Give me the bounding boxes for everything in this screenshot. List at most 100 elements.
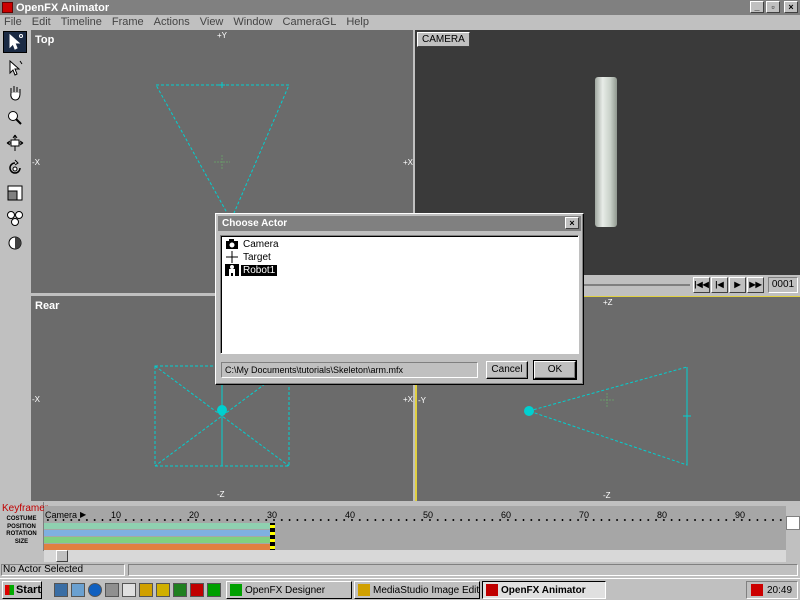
menu-view[interactable]: View: [195, 16, 229, 28]
pointer-icon: [9, 33, 23, 50]
folder-quicklaunch-icon[interactable]: [139, 583, 153, 597]
designer-task-icon: [230, 584, 242, 596]
zoom-tool[interactable]: [3, 107, 27, 129]
select-tool[interactable]: [3, 57, 27, 79]
windows-logo-icon: [5, 585, 14, 595]
prev-frame-button[interactable]: |◀: [711, 277, 728, 293]
zoom-icon: [8, 111, 22, 125]
drive-quicklaunch-icon[interactable]: [105, 583, 119, 597]
start-button[interactable]: Start: [2, 581, 42, 599]
scale-icon: [7, 185, 23, 201]
app-quicklaunch-icon[interactable]: [173, 583, 187, 597]
menu-bar: File Edit Timeline Frame Actions View Wi…: [0, 15, 800, 29]
minimize-button[interactable]: _: [750, 1, 764, 13]
ok-button[interactable]: OK: [533, 360, 577, 380]
timeline-ruler: Camera ▶ 10 20 30 40 50 60 70 80 90: [44, 510, 786, 522]
dialog-titlebar: Choose Actor ×: [218, 216, 581, 231]
task-label: MediaStudio Image Editor: [373, 584, 480, 596]
group-icon: [7, 211, 23, 226]
window-title: OpenFX Animator: [16, 1, 110, 14]
ie-quicklaunch-icon[interactable]: [88, 583, 102, 597]
menu-cameragl[interactable]: CameraGL: [278, 16, 342, 28]
status-bar: No Actor Selected: [0, 563, 800, 577]
current-frame-number[interactable]: 0001: [768, 277, 798, 293]
actor-label: Robot1: [241, 264, 278, 276]
scene-file-path: C:\My Documents\tutorials\Skeleton\arm.m…: [221, 362, 478, 378]
edit-quicklaunch-icon[interactable]: [122, 583, 136, 597]
keyframer-row-labels: Keyframer COSTUME POSITION ROTATION SIZE: [0, 502, 49, 551]
desktop-quicklaunch-icon[interactable]: [54, 583, 68, 597]
openfx-app-icon: [2, 2, 13, 13]
animator-task-icon: [486, 584, 498, 596]
explorer-quicklaunch-icon[interactable]: [71, 583, 85, 597]
sphere-tool[interactable]: [3, 232, 27, 254]
play-button[interactable]: ▶: [729, 277, 746, 293]
keyframer-title: Keyframer: [2, 503, 49, 514]
tool-palette: [0, 29, 30, 501]
menu-help[interactable]: Help: [341, 16, 374, 28]
actor-label: Target: [243, 251, 271, 263]
pan-tool[interactable]: [3, 82, 27, 104]
openfx-quicklaunch-icon[interactable]: [190, 583, 204, 597]
actor-item-robot1[interactable]: Robot1: [225, 264, 278, 276]
row-label-size: SIZE: [14, 538, 29, 545]
camera-view-label: CAMERA: [417, 32, 470, 47]
move-tool[interactable]: [3, 132, 27, 154]
cancel-button[interactable]: Cancel: [486, 361, 528, 379]
menu-timeline[interactable]: Timeline: [56, 16, 107, 28]
scroll-thumb[interactable]: [56, 550, 68, 562]
task-openfx-animator[interactable]: OpenFX Animator: [482, 581, 606, 599]
task-label: OpenFX Animator: [501, 584, 586, 596]
keyframer-panel: Keyframer COSTUME POSITION ROTATION SIZE…: [0, 502, 800, 562]
robot-icon: [225, 264, 239, 276]
status-text: No Actor Selected: [1, 564, 125, 576]
track-rotation[interactable]: [44, 537, 272, 543]
actor-label: Camera: [243, 238, 279, 250]
pan-hand-icon: [10, 86, 21, 101]
task-label: OpenFX Designer: [245, 584, 326, 596]
menu-actions[interactable]: Actions: [149, 16, 195, 28]
start-label: Start: [15, 584, 41, 596]
clock: 20:49: [767, 584, 793, 596]
status-panel: [128, 564, 798, 576]
menu-edit[interactable]: Edit: [27, 16, 56, 28]
group-tool[interactable]: [3, 207, 27, 229]
track-position[interactable]: [44, 530, 272, 536]
last-frame-button[interactable]: ▶▶: [747, 277, 764, 293]
menu-file[interactable]: File: [0, 16, 27, 28]
timeline-marker-icon: ▶: [80, 510, 87, 519]
actor-item-target[interactable]: Target: [225, 251, 273, 263]
media-quicklaunch-icon[interactable]: [156, 583, 170, 597]
target-icon: [225, 251, 239, 263]
keyframer-vertical-scroll[interactable]: [786, 516, 800, 530]
keyframer-timeline[interactable]: Camera ▶ 10 20 30 40 50 60 70 80 90: [44, 506, 786, 551]
task-mediastudio[interactable]: MediaStudio Image Editor: [354, 581, 480, 599]
camera-icon: [225, 238, 239, 250]
maximize-button[interactable]: ▫: [766, 1, 780, 13]
timeline-frame-dots: [44, 519, 786, 521]
keyframe-markers[interactable]: [270, 523, 275, 550]
menu-frame[interactable]: Frame: [107, 16, 149, 28]
row-label-costume: COSTUME: [6, 516, 37, 522]
robot-cylinder-render: [595, 77, 617, 227]
scale-tool[interactable]: [3, 182, 27, 204]
pointer-tool[interactable]: [3, 31, 27, 53]
designer-quicklaunch-icon[interactable]: [207, 583, 221, 597]
taskbar: Start OpenFX Designer MediaStudio Image …: [0, 578, 800, 600]
system-tray: 20:49: [746, 581, 798, 599]
row-label-rotation: ROTATION: [6, 531, 37, 537]
close-button[interactable]: ×: [784, 1, 798, 13]
first-frame-button[interactable]: |◀◀: [693, 277, 710, 293]
actor-item-camera[interactable]: Camera: [225, 238, 281, 250]
window-titlebar: OpenFX Animator _ ▫ ×: [0, 0, 800, 15]
move-icon: [6, 134, 24, 151]
track-costume[interactable]: [44, 523, 272, 529]
actor-list[interactable]: Camera Target Robot1: [220, 235, 579, 354]
task-openfx-designer[interactable]: OpenFX Designer: [226, 581, 352, 599]
keyframer-horizontal-scroll[interactable]: [44, 550, 786, 562]
tray-app-icon[interactable]: [751, 584, 763, 596]
menu-window[interactable]: Window: [228, 16, 277, 28]
dialog-close-button[interactable]: ×: [565, 217, 579, 229]
mediastudio-task-icon: [358, 584, 370, 596]
rotate-tool[interactable]: [3, 157, 27, 179]
